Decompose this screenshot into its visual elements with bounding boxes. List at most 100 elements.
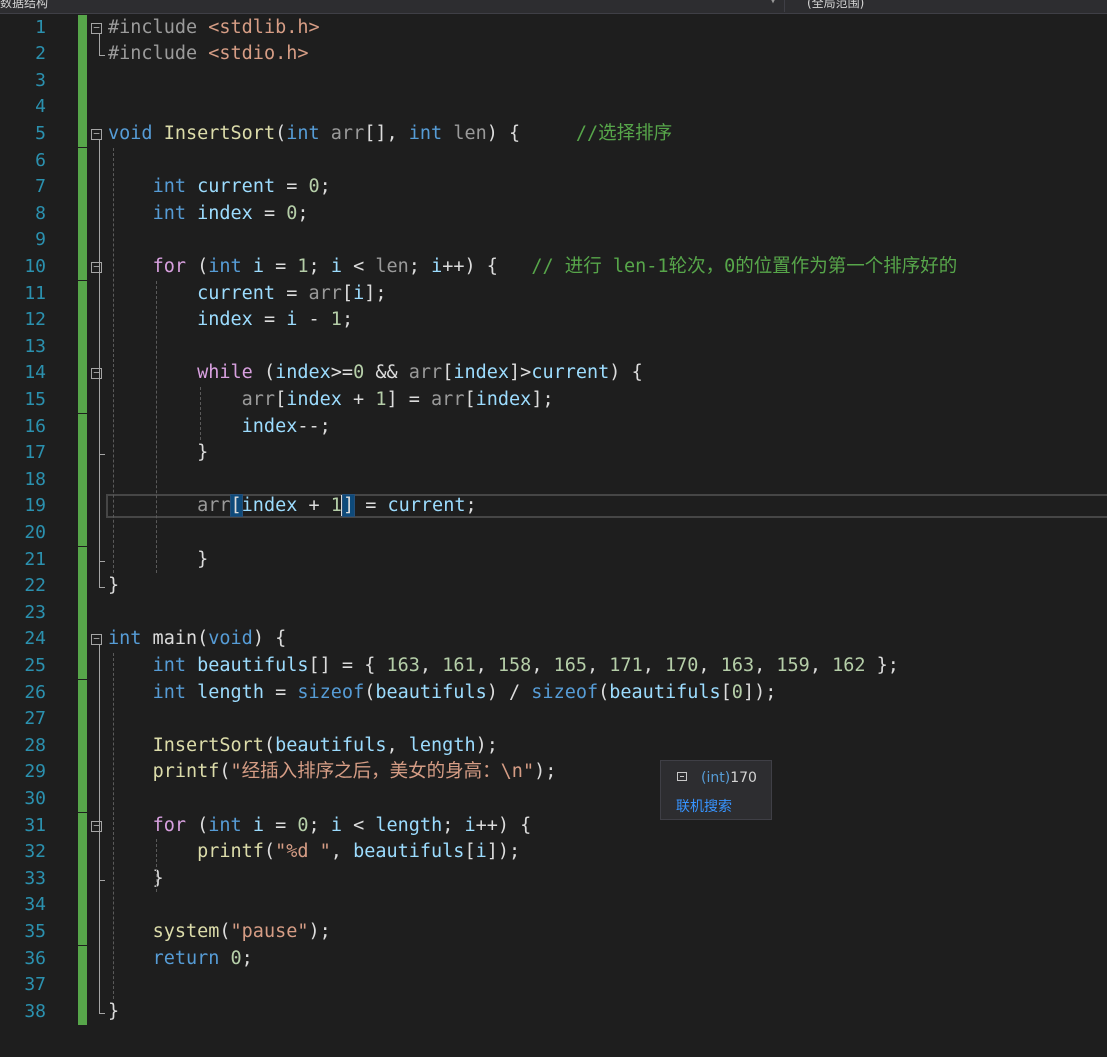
code-line[interactable]: 16 index--; <box>0 413 1107 441</box>
change-marker <box>78 67 87 95</box>
code-line[interactable]: 24 int main(void) { <box>0 626 1107 653</box>
outline-guide-end <box>99 55 105 57</box>
code-line[interactable]: 7 int current = 0; <box>0 174 1107 201</box>
code-line[interactable]: 5 void InsertSort(int arr[], int len) { /… <box>0 120 1107 148</box>
line-number: 1 <box>35 16 46 38</box>
change-marker <box>78 360 87 387</box>
code-line[interactable]: 12 index = i - 1; <box>0 307 1107 334</box>
change-marker <box>78 573 87 600</box>
change-marker <box>78 706 87 733</box>
line-number: 10 <box>24 255 46 277</box>
collapse-toggle-icon[interactable]: − <box>91 22 102 34</box>
indent-guide <box>156 280 157 574</box>
code-text: return 0; <box>152 947 253 969</box>
code-line[interactable]: 4 <box>0 94 1107 121</box>
code-text: int length = sizeof(beautifuls) / sizeof… <box>152 681 777 703</box>
change-marker <box>78 413 87 441</box>
line-number: 13 <box>24 335 46 357</box>
line-number: 19 <box>24 495 46 517</box>
code-line[interactable]: 31 for (int i = 0; i < length; i++) { <box>0 812 1107 840</box>
line-number: 28 <box>24 734 46 756</box>
collapse-toggle-icon[interactable]: − <box>91 367 102 380</box>
code-line[interactable]: 8 int index = 0; <box>0 200 1107 228</box>
code-text: index = i - 1; <box>197 309 354 331</box>
online-search-link[interactable]: 联机搜索 <box>676 796 732 816</box>
line-number: 18 <box>24 468 46 490</box>
code-line[interactable]: 20 <box>0 519 1107 547</box>
code-line[interactable]: 22} <box>0 573 1107 600</box>
code-line[interactable]: 19 arr[index + 1] = current; <box>0 493 1107 520</box>
outline-guide-end <box>99 454 105 456</box>
line-number: 25 <box>24 654 46 676</box>
code-line[interactable]: 13 <box>0 333 1107 361</box>
line-number: 14 <box>24 362 46 384</box>
line-number: 30 <box>24 787 46 809</box>
line-number: 11 <box>24 282 46 304</box>
outline-guide <box>99 379 100 455</box>
line-number: 22 <box>24 575 46 597</box>
line-number: 5 <box>35 122 46 144</box>
change-marker <box>78 812 87 840</box>
code-line[interactable]: 15 arr[index + 1] = arr[index]; <box>0 386 1107 414</box>
code-line[interactable]: 38} <box>0 998 1107 1026</box>
code-text: printf("经插入排序之后，美女的身高：\n"); <box>152 761 557 783</box>
code-line[interactable]: 23 <box>0 599 1107 627</box>
collapse-toggle-icon[interactable]: − <box>91 128 102 140</box>
scope-dropdown[interactable]: (全局范围) <box>784 0 1104 12</box>
change-marker <box>78 998 87 1026</box>
code-line[interactable]: 2 #include <stdio.h> <box>0 41 1107 68</box>
code-line[interactable]: 36 return 0; <box>0 945 1107 973</box>
line-number: 36 <box>24 947 46 969</box>
line-number: 31 <box>24 814 46 836</box>
code-line[interactable]: 9 <box>0 227 1107 254</box>
line-number: 17 <box>24 442 46 464</box>
project-dropdown[interactable]: 数据结构 <box>0 0 48 11</box>
change-marker <box>78 440 87 467</box>
code-line[interactable]: 25 int beautifuls[] = { 163, 161, 158, 1… <box>0 652 1107 680</box>
code-line[interactable]: 29 printf("经插入排序之后，美女的身高：\n"); <box>0 759 1107 786</box>
collapse-toggle-icon[interactable]: − <box>91 261 102 273</box>
code-line[interactable]: 11 current = arr[i]; <box>0 280 1107 308</box>
code-line[interactable]: 3 <box>0 67 1107 95</box>
indent-guide <box>200 386 201 441</box>
outline-guide <box>99 33 100 56</box>
code-text: int main(void) { <box>108 628 287 650</box>
code-line[interactable]: 27 <box>0 706 1107 733</box>
change-marker <box>78 174 87 201</box>
code-text: current = arr[i]; <box>197 282 387 304</box>
code-line[interactable]: 1 #include <stdlib.h> <box>0 14 1107 42</box>
change-marker <box>78 626 87 653</box>
code-line[interactable]: 32 printf("%d ", beautifuls[i]); <box>0 839 1107 866</box>
line-number: 20 <box>24 521 46 543</box>
line-number: 33 <box>24 867 46 889</box>
code-line[interactable]: 21 } <box>0 546 1107 574</box>
code-line[interactable]: 6 <box>0 147 1107 175</box>
code-line[interactable]: 33 } <box>0 865 1107 893</box>
outline-guide-end <box>99 1012 105 1014</box>
code-line[interactable]: 30 <box>0 785 1107 813</box>
indent-guide <box>113 652 114 999</box>
change-marker <box>78 892 87 919</box>
code-line[interactable]: 26 int length = sizeof(beautifuls) / siz… <box>0 679 1107 707</box>
change-marker <box>78 14 87 42</box>
code-line[interactable]: 35 system("pause"); <box>0 918 1107 946</box>
code-line[interactable]: 37 <box>0 972 1107 999</box>
navigation-bar: 数据结构 ▾ (全局范围) <box>0 0 1107 14</box>
code-line[interactable]: 17 } <box>0 440 1107 467</box>
code-line[interactable]: 18 <box>0 466 1107 494</box>
code-line[interactable]: 10 for (int i = 1; i < len; i++) { // 进行… <box>0 253 1107 281</box>
line-number: 29 <box>24 761 46 783</box>
code-text: int current = 0; <box>152 176 331 198</box>
code-text: index--; <box>241 415 331 437</box>
code-text: printf("%d ", beautifuls[i]); <box>197 841 521 863</box>
code-line[interactable]: 14 while (index>=0 && arr[index]>current… <box>0 360 1107 387</box>
code-text: } <box>108 575 120 597</box>
code-line[interactable]: 28 InsertSort(beautifuls, length); <box>0 732 1107 760</box>
collapse-toggle-icon[interactable]: − <box>91 633 102 646</box>
collapse-toggle-icon[interactable]: − <box>91 820 102 832</box>
change-marker <box>78 253 87 281</box>
change-marker <box>78 652 87 680</box>
chevron-down-icon[interactable]: ▾ <box>770 0 776 7</box>
code-line[interactable]: 34 <box>0 892 1107 919</box>
code-editor[interactable]: 1 #include <stdlib.h> 2 #include <stdio.h> 3… <box>0 14 1107 1057</box>
